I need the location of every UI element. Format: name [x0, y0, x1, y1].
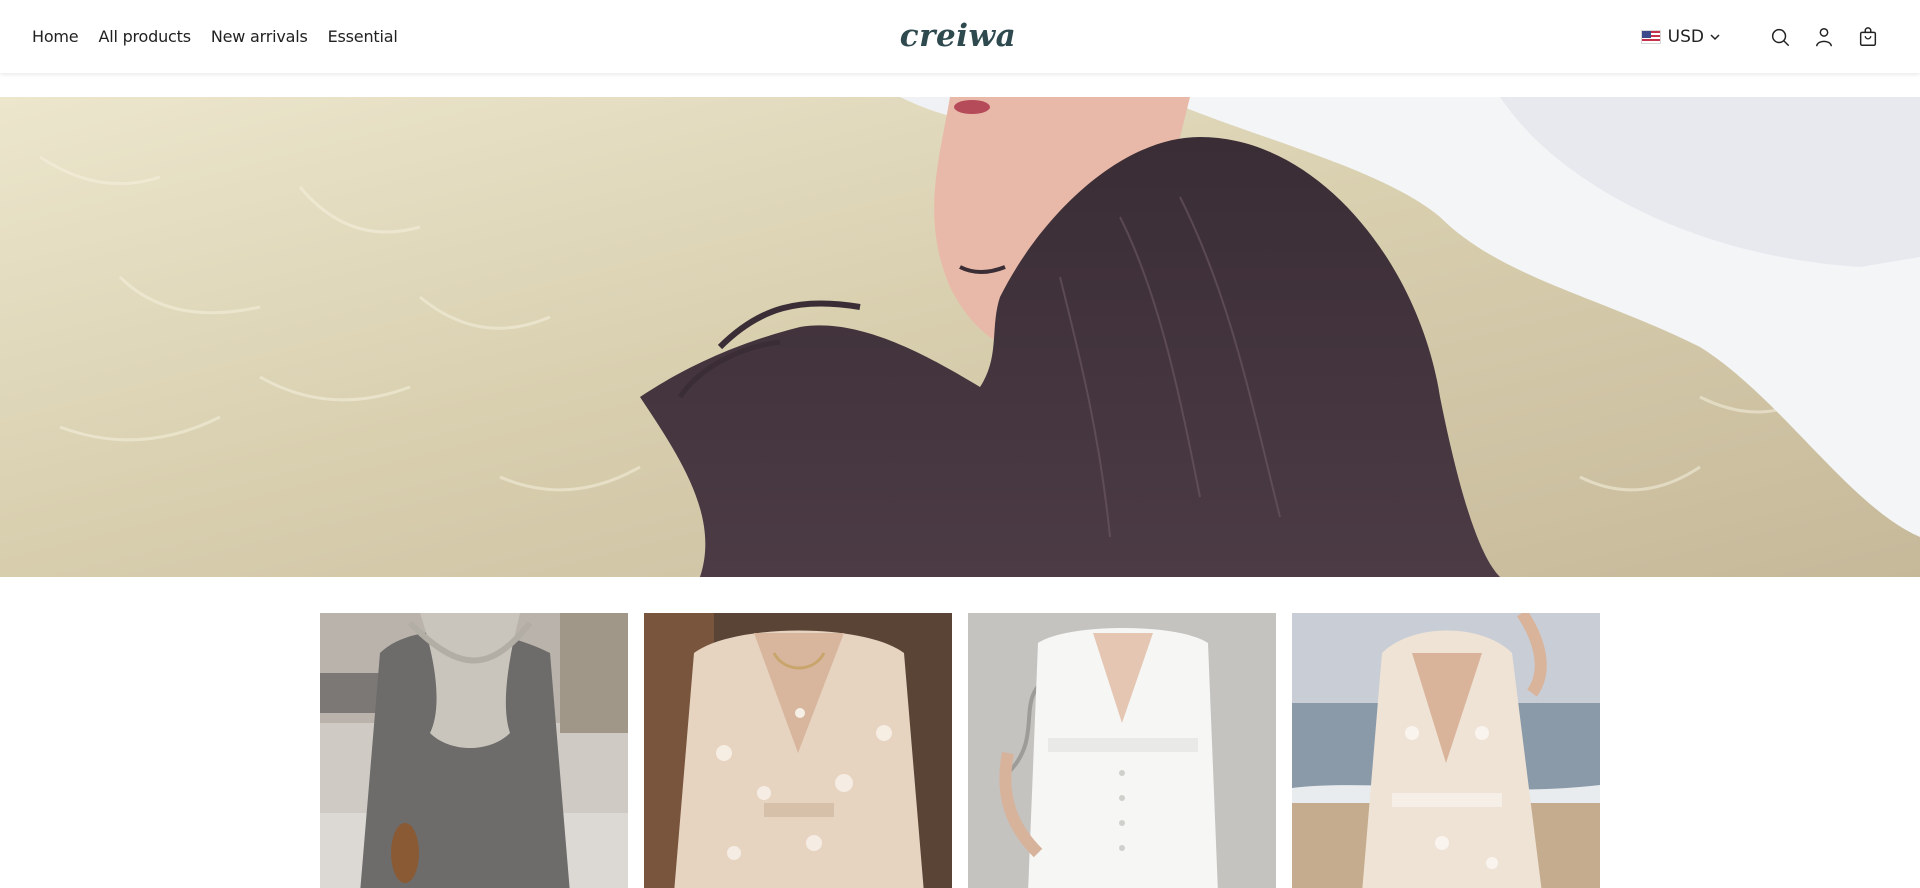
search-button[interactable]: [1768, 25, 1792, 49]
account-icon: [1815, 27, 1833, 46]
currency-label: USD: [1667, 26, 1704, 47]
hero-image: [0, 97, 1920, 577]
product-image: [320, 613, 628, 888]
nav-home[interactable]: Home: [32, 27, 79, 46]
product-card[interactable]: [968, 613, 1276, 888]
chevron-down-icon: [1710, 33, 1720, 40]
brand-logo[interactable]: creiwa: [900, 16, 1016, 56]
product-card[interactable]: [1292, 613, 1600, 888]
hero-banner[interactable]: [0, 97, 1920, 577]
nav-essential[interactable]: Essential: [328, 27, 398, 46]
main-nav: Home All products New arrivals Essential: [32, 0, 418, 73]
product-image: [968, 613, 1276, 888]
cart-icon: [1859, 26, 1877, 46]
search-icon: [1771, 28, 1789, 46]
currency-selector[interactable]: USD: [1640, 26, 1720, 47]
product-card[interactable]: [320, 613, 628, 888]
product-image: [644, 613, 952, 888]
us-flag-icon: [1640, 29, 1661, 44]
product-card[interactable]: [644, 613, 952, 888]
account-button[interactable]: [1812, 25, 1836, 49]
product-image: [1292, 613, 1600, 888]
product-grid: [320, 613, 1600, 888]
site-header: Home All products New arrivals Essential…: [0, 0, 1920, 73]
cart-button[interactable]: [1856, 25, 1880, 49]
header-tools: USD: [1640, 0, 1880, 73]
nav-all-products[interactable]: All products: [98, 27, 191, 46]
nav-new-arrivals[interactable]: New arrivals: [211, 27, 308, 46]
